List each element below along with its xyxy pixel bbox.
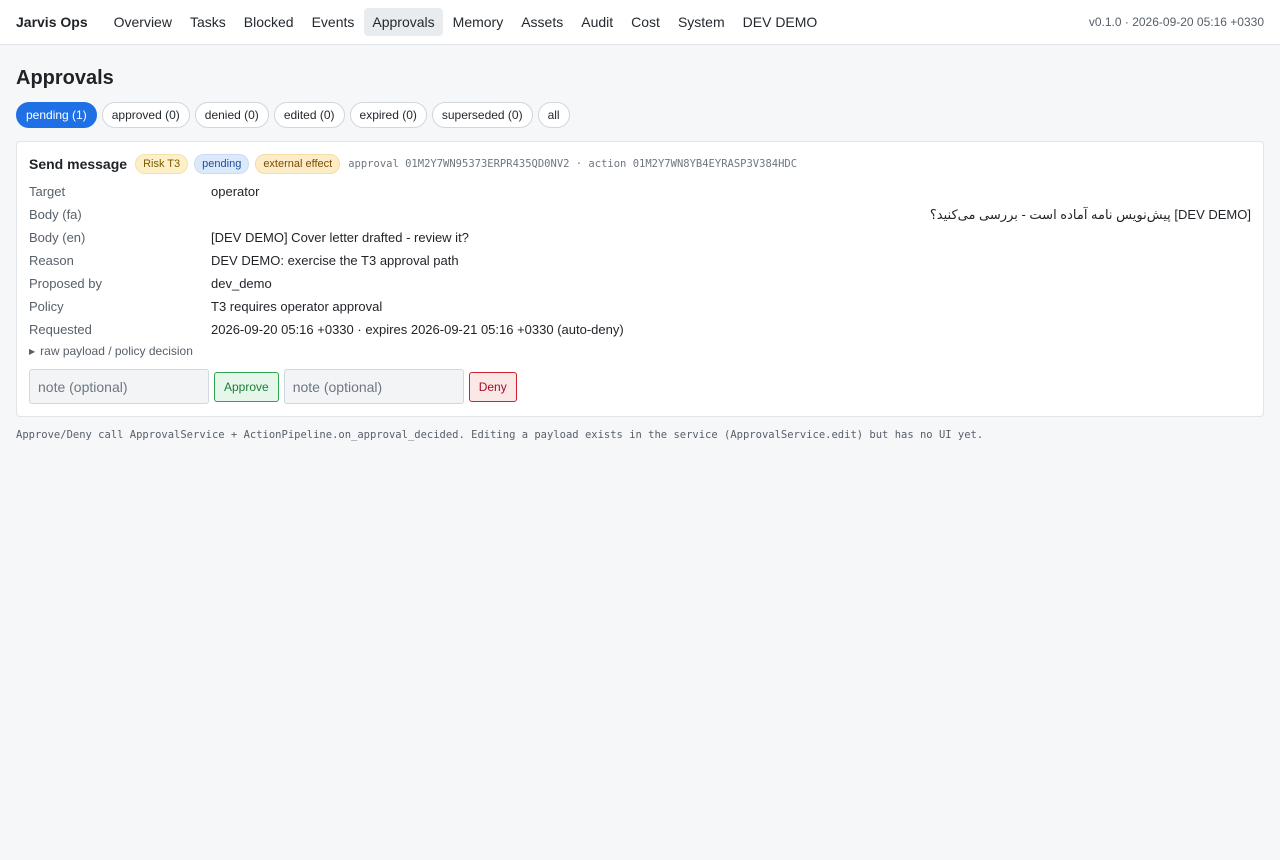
- nav-dev-demo[interactable]: DEV DEMO: [735, 8, 826, 36]
- approval-ids: approval 01M2Y7WN95373ERPR435QD0NV2 · ac…: [348, 158, 798, 170]
- approval-title: Send message: [29, 156, 128, 172]
- body-en-value: [DEV DEMO] Cover letter drafted - review…: [211, 230, 469, 245]
- page-title: Approvals: [16, 67, 114, 89]
- raw-payload-toggle[interactable]: ▶ raw payload / policy decision: [29, 344, 1251, 358]
- body-fa-label: Body (fa): [29, 207, 82, 222]
- top-bar: Jarvis Ops Overview Tasks Blocked Events…: [0, 0, 1280, 45]
- target-value: operator: [211, 184, 260, 199]
- effect-badge: external effect: [255, 154, 341, 174]
- nav-audit[interactable]: Audit: [573, 8, 621, 36]
- status-badge: pending: [194, 154, 250, 174]
- filter-expired[interactable]: expired (0): [349, 102, 427, 128]
- nav-cost[interactable]: Cost: [623, 8, 668, 36]
- proposed-by-value: dev_demo: [211, 276, 272, 291]
- approval-actions: Approve Deny: [29, 369, 1251, 404]
- policy-label: Policy: [29, 299, 64, 314]
- filter-all[interactable]: all: [537, 102, 570, 128]
- reason-label: Reason: [29, 253, 74, 268]
- approve-note-input[interactable]: [29, 369, 209, 404]
- approve-button[interactable]: Approve: [214, 371, 279, 402]
- filter-pending[interactable]: pending (1): [16, 102, 97, 128]
- requested-value: 2026-09-20 05:16 +0330 · expires 2026-09…: [211, 322, 624, 337]
- nav-assets[interactable]: Assets: [513, 8, 571, 36]
- deny-note-input[interactable]: [283, 369, 464, 404]
- main-content: Approvals pending (1) approved (0) denie…: [0, 45, 1280, 461]
- nav-blocked[interactable]: Blocked: [236, 8, 302, 36]
- main-nav: Overview Tasks Blocked Events Approvals …: [106, 8, 826, 36]
- status-filters: pending (1) approved (0) denied (0) edit…: [16, 102, 1264, 128]
- version-timestamp: v0.1.0 · 2026-09-20 05:16 +0330: [1088, 15, 1264, 29]
- disclosure-triangle-icon: ▶: [29, 346, 36, 356]
- nav-memory[interactable]: Memory: [445, 8, 512, 36]
- footnote: Approve/Deny call ApprovalService + Acti…: [16, 429, 984, 441]
- reason-value: DEV DEMO: exercise the T3 approval path: [211, 253, 459, 268]
- filter-edited[interactable]: edited (0): [273, 102, 345, 128]
- filter-superseded[interactable]: superseded (0): [431, 102, 533, 128]
- approval-card: Send message Risk T3 pending external ef…: [16, 141, 1264, 417]
- body-en-label: Body (en): [29, 230, 86, 245]
- filter-approved[interactable]: approved (0): [101, 102, 190, 128]
- approval-card-header: Send message Risk T3 pending external ef…: [29, 154, 1251, 174]
- body-fa-value: [DEV DEMO] پیش‌نویس نامه آماده است - برر…: [929, 207, 1251, 222]
- nav-approvals[interactable]: Approvals: [364, 8, 443, 36]
- target-label: Target: [29, 184, 66, 199]
- nav-events[interactable]: Events: [304, 8, 363, 36]
- raw-payload-label: raw payload / policy decision: [40, 344, 193, 358]
- requested-label: Requested: [29, 322, 92, 337]
- policy-value: T3 requires operator approval: [211, 299, 383, 314]
- nav-system[interactable]: System: [670, 8, 733, 36]
- proposed-by-label: Proposed by: [29, 276, 102, 291]
- approval-fields: Target operator Body (fa) [DEV DEMO] پیش…: [29, 180, 1251, 341]
- brand-logo[interactable]: Jarvis Ops: [16, 14, 88, 30]
- deny-button[interactable]: Deny: [468, 371, 517, 402]
- risk-badge: Risk T3: [135, 154, 189, 174]
- nav-overview[interactable]: Overview: [106, 8, 180, 36]
- filter-denied[interactable]: denied (0): [194, 102, 269, 128]
- nav-tasks[interactable]: Tasks: [182, 8, 234, 36]
